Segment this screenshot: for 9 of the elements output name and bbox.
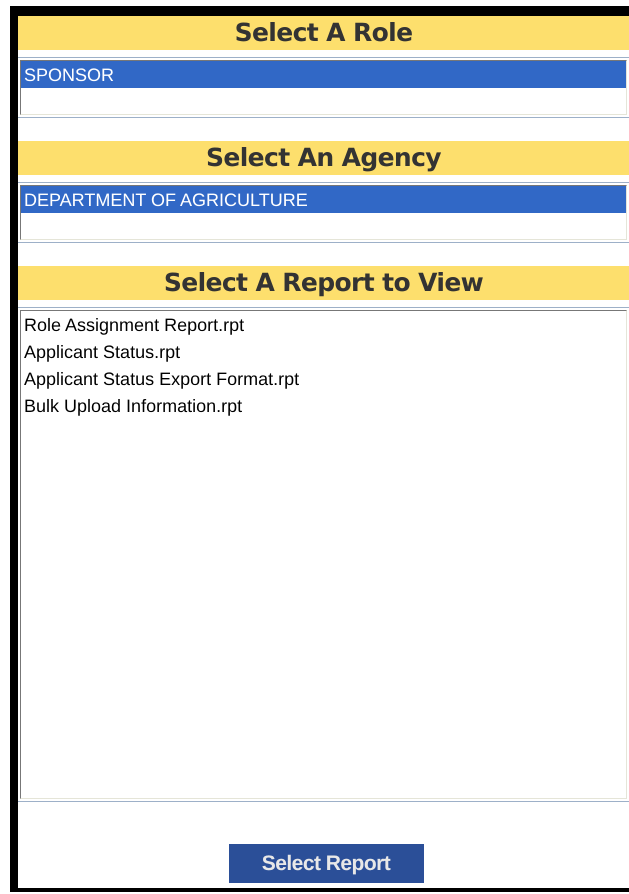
section-header: Select An Agency [18, 141, 629, 175]
list-item[interactable]: SPONSOR [21, 61, 626, 88]
list-box[interactable]: Role Assignment Report.rpt Applicant Status.rpt Applicant Status Export Format.rpt Bulk Upload Information.rpt [18, 307, 629, 802]
list-item[interactable]: DEPARTMENT OF AGRICULTURE [21, 186, 626, 213]
section-header: Select A Role [18, 16, 629, 50]
list-box[interactable]: SPONSOR [18, 57, 629, 118]
list-box[interactable]: DEPARTMENT OF AGRICULTURE [18, 182, 629, 243]
section-header: Select A Report to View [18, 266, 629, 300]
select-report-button[interactable]: Select Report [228, 844, 424, 883]
